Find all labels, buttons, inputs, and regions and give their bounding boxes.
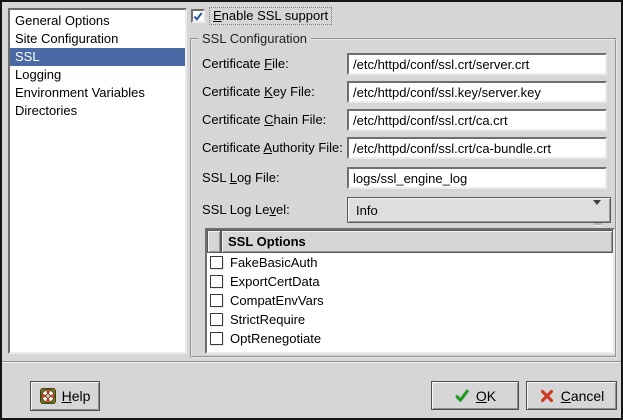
ok-button[interactable]: OK xyxy=(431,381,519,410)
enable-ssl-checkbox-row[interactable]: Enable SSL support xyxy=(191,7,332,25)
ssl-options-header-row: SSL Options xyxy=(207,230,613,253)
ssl-log-level-label: SSL Log Level: xyxy=(202,197,290,223)
certificate-authority-file-input[interactable] xyxy=(347,137,607,159)
table-row: StrictRequire xyxy=(207,310,613,329)
certificate-authority-file-row: Certificate Authority File: xyxy=(192,137,615,159)
lifebuoy-icon xyxy=(40,388,56,404)
compatenvvars-checkbox[interactable] xyxy=(210,294,223,307)
table-row: OptRenegotiate xyxy=(207,329,613,348)
certificate-chain-file-input[interactable] xyxy=(347,109,607,131)
ok-button-label: OK xyxy=(476,388,496,404)
httpd-config-dialog: General Options Site Configuration SSL L… xyxy=(0,0,623,420)
ssl-log-level-dropdown[interactable]: Info xyxy=(347,197,611,223)
certificate-file-label: Certificate File: xyxy=(202,53,289,75)
cancel-button-label: Cancel xyxy=(561,388,605,404)
cancel-x-icon xyxy=(539,388,555,404)
optrenegotiate-checkbox[interactable] xyxy=(210,332,223,345)
help-button-label: Help xyxy=(62,388,91,404)
certificate-file-row: Certificate File: xyxy=(192,53,615,75)
option-label: StrictRequire xyxy=(230,312,305,327)
ssl-options-table: SSL Options FakeBasicAuth ExportCertData… xyxy=(205,228,615,354)
help-button[interactable]: Help xyxy=(30,381,100,411)
dropdown-indicator-icon xyxy=(593,205,602,225)
category-list: General Options Site Configuration SSL L… xyxy=(8,8,187,354)
option-label: ExportCertData xyxy=(230,274,320,289)
cancel-button[interactable]: Cancel xyxy=(526,381,617,410)
enable-ssl-checkbox[interactable] xyxy=(191,9,205,23)
sidebar-item-ssl[interactable]: SSL xyxy=(10,48,185,66)
ok-checkmark-icon xyxy=(454,388,470,404)
ssl-configuration-frame: SSL Configuration Certificate File: Cert… xyxy=(190,38,617,358)
ssl-options-header[interactable]: SSL Options xyxy=(221,230,613,253)
strictrequire-checkbox[interactable] xyxy=(210,313,223,326)
frame-title: SSL Configuration xyxy=(198,31,311,46)
certificate-chain-file-label: Certificate Chain File: xyxy=(202,109,326,131)
ssl-options-header-checkbox-col[interactable] xyxy=(207,230,221,253)
table-row: ExportCertData xyxy=(207,272,613,291)
ssl-log-file-label: SSL Log File: xyxy=(202,167,280,189)
button-area-separator xyxy=(2,361,621,363)
table-row: FakeBasicAuth xyxy=(207,253,613,272)
enable-ssl-label: Enable SSL support xyxy=(209,7,332,25)
ssl-log-file-row: SSL Log File: xyxy=(192,167,615,189)
option-label: CompatEnvVars xyxy=(230,293,324,308)
certificate-chain-file-row: Certificate Chain File: xyxy=(192,109,615,131)
option-label: FakeBasicAuth xyxy=(230,255,317,270)
exportcertdata-checkbox[interactable] xyxy=(210,275,223,288)
table-row: CompatEnvVars xyxy=(207,291,613,310)
sidebar-item-environment-variables[interactable]: Environment Variables xyxy=(10,84,185,102)
ssl-log-file-input[interactable] xyxy=(347,167,607,189)
certificate-file-input[interactable] xyxy=(347,53,607,75)
checkmark-icon xyxy=(193,11,203,22)
ssl-log-level-row: SSL Log Level: Info xyxy=(192,197,615,223)
sidebar-item-directories[interactable]: Directories xyxy=(10,102,185,120)
certificate-authority-file-label: Certificate Authority File: xyxy=(202,137,343,159)
certificate-key-file-row: Certificate Key File: xyxy=(192,81,615,103)
fakebasicauth-checkbox[interactable] xyxy=(210,256,223,269)
certificate-key-file-label: Certificate Key File: xyxy=(202,81,315,103)
ssl-log-level-value: Info xyxy=(356,203,378,218)
sidebar-item-general-options[interactable]: General Options xyxy=(10,12,185,30)
sidebar-item-site-configuration[interactable]: Site Configuration xyxy=(10,30,185,48)
option-label: OptRenegotiate xyxy=(230,331,321,346)
certificate-key-file-input[interactable] xyxy=(347,81,607,103)
sidebar-item-logging[interactable]: Logging xyxy=(10,66,185,84)
